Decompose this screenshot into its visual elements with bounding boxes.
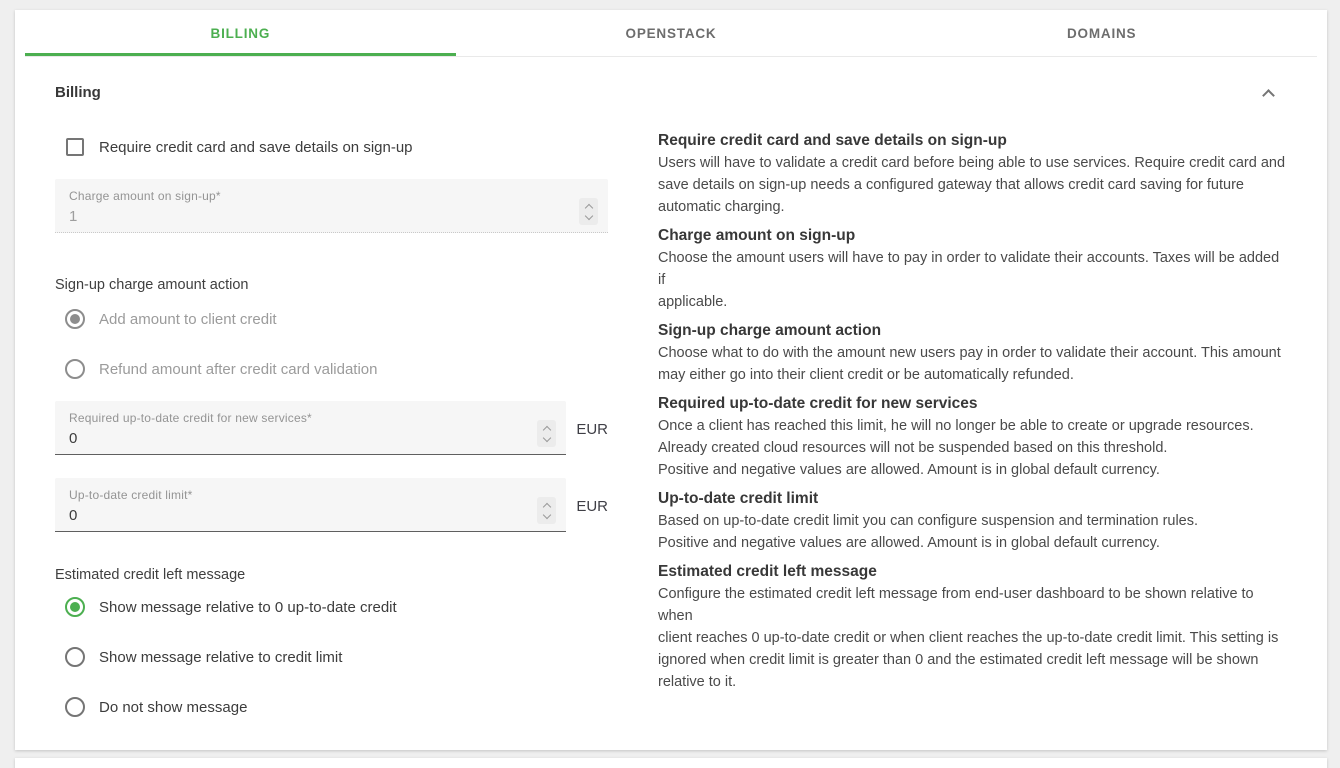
help-text: Users will have to validate a credit car… [658,152,1290,174]
help-title: Require credit card and save details on … [658,130,1290,152]
help-panel: Require credit card and save details on … [608,130,1290,717]
help-section: Require credit card and save details on … [658,130,1290,218]
settings-card: BILLING OPENSTACK DOMAINS Billing Requir… [15,10,1327,750]
add-amount-radio[interactable] [65,309,85,329]
required-credit-currency: EUR [576,421,608,455]
message-credit-limit-label: Show message relative to credit limit [99,649,342,666]
tab-billing[interactable]: BILLING [25,10,456,56]
charge-amount-label: Charge amount on sign-up* [69,189,594,203]
help-text: Based on up-to-date credit limit you can… [658,510,1290,532]
section-title: Billing [55,84,101,101]
require-credit-card-checkbox[interactable] [66,138,84,156]
collapse-section-button[interactable] [1261,86,1279,100]
help-title: Estimated credit left message [658,561,1290,583]
charge-amount-stepper[interactable] [579,198,598,225]
help-text: ignored when credit limit is greater tha… [658,649,1290,671]
help-section: Estimated credit left message Configure … [658,561,1290,693]
help-title: Required up-to-date credit for new servi… [658,393,1290,415]
require-credit-card-label: Require credit card and save details on … [99,139,413,156]
refund-amount-label: Refund amount after credit card validati… [99,361,378,378]
help-text: save details on sign-up needs a configur… [658,174,1290,196]
refund-amount-radio[interactable] [65,359,85,379]
help-section: Up-to-date credit limit Based on up-to-d… [658,488,1290,554]
help-title: Up-to-date credit limit [658,488,1290,510]
tab-openstack[interactable]: OPENSTACK [456,10,887,56]
stepper-down-icon [584,211,592,219]
help-text: Configure the estimated credit left mess… [658,583,1290,627]
signup-action-group-label: Sign-up charge amount action [55,277,608,293]
chevron-up-icon [1262,89,1275,102]
help-text: Positive and negative values are allowed… [658,459,1290,481]
message-zero-credit-radio[interactable] [65,597,85,617]
help-text: client reaches 0 up-to-date credit or wh… [658,627,1290,649]
tab-domains[interactable]: DOMAINS [886,10,1317,56]
credit-limit-currency: EUR [576,498,608,532]
billing-form: Require credit card and save details on … [55,130,608,717]
credit-message-option-row: Do not show message [55,697,608,717]
help-text: automatic charging. [658,196,1290,218]
help-section: Sign-up charge amount action Choose what… [658,320,1290,386]
next-section-card [15,758,1327,768]
message-credit-limit-radio[interactable] [65,647,85,667]
stepper-up-icon [543,425,551,433]
help-title: Charge amount on sign-up [658,225,1290,247]
help-text: may either go into their client credit o… [658,364,1290,386]
credit-limit-field: Up-to-date credit limit* 0 [55,478,566,532]
credit-message-option-row: Show message relative to 0 up-to-date cr… [55,597,608,617]
help-text: applicable. [658,291,1290,313]
signup-action-option-row: Add amount to client credit [55,309,608,329]
credit-message-option-row: Show message relative to credit limit [55,647,608,667]
help-text: Once a client has reached this limit, he… [658,415,1290,437]
stepper-down-icon [543,510,551,518]
message-zero-credit-label: Show message relative to 0 up-to-date cr… [99,599,397,616]
help-text: Already created cloud resources will not… [658,437,1290,459]
help-text: relative to it. [658,671,1290,693]
stepper-down-icon [543,433,551,441]
help-title: Sign-up charge amount action [658,320,1290,342]
help-text: Positive and negative values are allowed… [658,532,1290,554]
no-message-radio[interactable] [65,697,85,717]
credit-limit-stepper[interactable] [537,497,556,524]
require-credit-card-row: Require credit card and save details on … [55,138,608,156]
help-section: Charge amount on sign-up Choose the amou… [658,225,1290,313]
required-credit-stepper[interactable] [537,420,556,447]
charge-amount-field: Charge amount on sign-up* 1 [55,179,608,233]
credit-limit-input[interactable]: 0 [69,507,552,524]
required-credit-label: Required up-to-date credit for new servi… [69,411,552,425]
no-message-label: Do not show message [99,699,247,716]
help-text: Choose what to do with the amount new us… [658,342,1290,364]
required-credit-field: Required up-to-date credit for new servi… [55,401,566,455]
credit-message-group-label: Estimated credit left message [55,567,608,583]
charge-amount-input[interactable]: 1 [69,208,594,225]
add-amount-label: Add amount to client credit [99,311,277,328]
signup-action-option-row: Refund amount after credit card validati… [55,359,608,379]
required-credit-input[interactable]: 0 [69,430,552,447]
stepper-up-icon [543,502,551,510]
help-section: Required up-to-date credit for new servi… [658,393,1290,481]
tab-bar: BILLING OPENSTACK DOMAINS [25,10,1317,57]
help-text: Choose the amount users will have to pay… [658,247,1290,291]
credit-limit-label: Up-to-date credit limit* [69,488,552,502]
